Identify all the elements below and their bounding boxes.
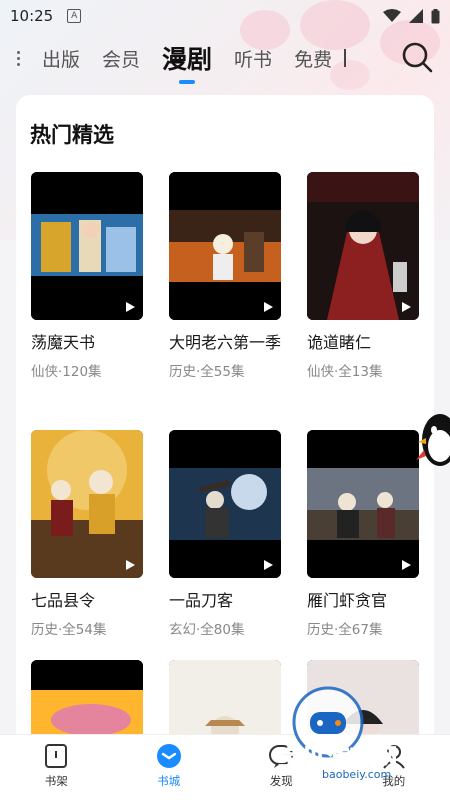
drama-title: 大明老六第一季 xyxy=(169,333,282,352)
drama-cover[interactable] xyxy=(31,172,143,320)
category-tabs: 出版 会员 漫剧 听书 免费 xyxy=(0,36,450,80)
play-icon xyxy=(126,560,135,570)
drama-card[interactable]: 大明老六第一季 历史·全55集 xyxy=(169,172,281,380)
drama-meta: 仙侠·全13集 xyxy=(307,364,383,380)
drama-meta: 玄幻·全80集 xyxy=(169,622,245,638)
nav-label: 书城 xyxy=(157,774,181,788)
drama-cover[interactable] xyxy=(307,430,419,578)
drama-title: 诡道睹仁 xyxy=(307,333,372,352)
nav-bookshelf[interactable]: 书架 xyxy=(0,735,113,800)
drama-title: 雁门虾贪官 xyxy=(307,591,388,610)
drama-card[interactable]: 诡道睹仁 仙侠·全13集 xyxy=(307,172,419,380)
tab-member[interactable]: 会员 xyxy=(102,45,140,72)
nav-bookstore[interactable]: 书城 xyxy=(113,735,226,800)
drama-card[interactable]: 七品县令 历史·全54集 xyxy=(31,430,143,638)
more-menu-icon[interactable] xyxy=(4,50,32,66)
play-icon xyxy=(402,560,411,570)
drama-title: 七品县令 xyxy=(31,591,96,610)
drama-card[interactable]: 一品刀客 玄幻·全80集 xyxy=(169,430,281,638)
drama-cover[interactable] xyxy=(31,430,143,578)
tab-publish[interactable]: 出版 xyxy=(42,45,80,72)
mascot-float-icon[interactable] xyxy=(416,410,450,472)
drama-card[interactable]: 雁门虾贪官 历史·全67集 xyxy=(307,430,419,638)
featured-section: 热门精选 荡魔天书 仙侠·120集 大明老六第一季 历史·全55集 诡道睹仁 仙… xyxy=(16,95,434,755)
bookstore-icon xyxy=(156,744,181,768)
drama-cover[interactable] xyxy=(169,430,281,578)
drama-meta: 仙侠·120集 xyxy=(31,364,102,380)
status-time: 10:25 xyxy=(10,7,54,25)
wifi-icon xyxy=(383,9,401,22)
drama-meta: 历史·全54集 xyxy=(31,622,107,638)
watermark-text: 宝贝游戏网 xyxy=(278,745,398,772)
play-icon xyxy=(126,302,135,312)
watermark-url: baobeiy.com xyxy=(322,768,392,781)
tab-comic-drama[interactable]: 漫剧 xyxy=(162,40,212,76)
battery-icon xyxy=(431,8,440,23)
tab-free[interactable]: 免费 xyxy=(294,45,332,72)
play-icon xyxy=(264,560,273,570)
bookshelf-icon xyxy=(45,744,68,768)
status-bar: 10:25 A xyxy=(0,0,450,32)
nav-label: 书架 xyxy=(44,774,68,788)
drama-cover[interactable] xyxy=(169,172,281,320)
play-icon xyxy=(264,302,273,312)
tab-overflow-divider xyxy=(344,49,347,67)
drama-title: 一品刀客 xyxy=(169,591,234,610)
play-icon xyxy=(402,302,411,312)
drama-meta: 历史·全55集 xyxy=(169,364,245,380)
tab-audiobook[interactable]: 听书 xyxy=(234,45,272,72)
drama-cover[interactable] xyxy=(307,172,419,320)
drama-meta: 历史·全67集 xyxy=(307,622,383,638)
search-icon[interactable] xyxy=(400,40,434,74)
drama-card[interactable]: 荡魔天书 仙侠·120集 xyxy=(31,172,143,380)
drama-title: 荡魔天书 xyxy=(31,333,96,352)
notification-icon: A xyxy=(67,9,82,23)
signal-icon xyxy=(409,9,423,23)
section-title: 热门精选 xyxy=(30,123,114,147)
